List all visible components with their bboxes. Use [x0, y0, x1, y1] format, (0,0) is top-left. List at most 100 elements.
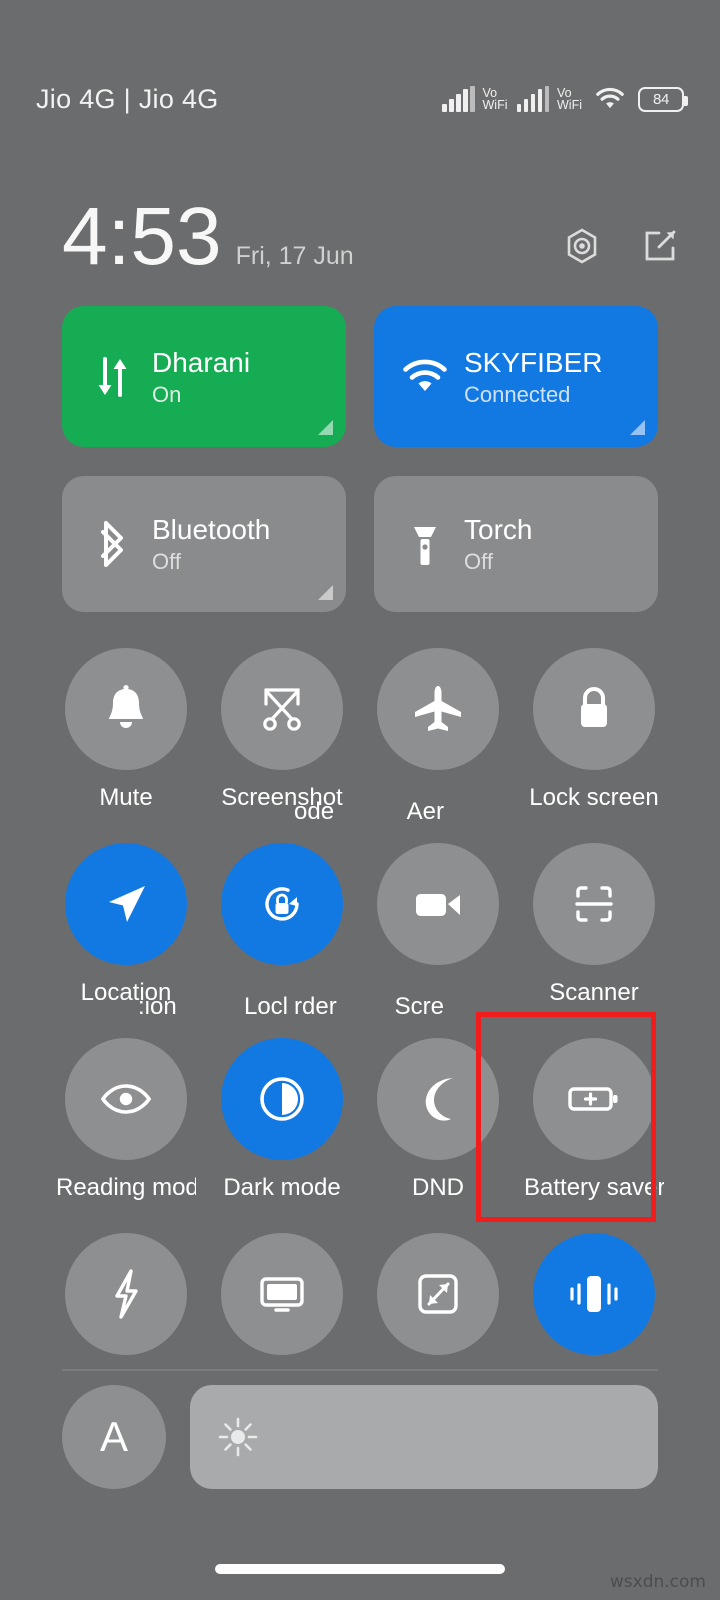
tile-title: Torch — [464, 514, 533, 545]
lock-icon — [581, 687, 607, 727]
toggle-label: Mute — [99, 784, 153, 811]
volte-wifi-sim1-label: Vo WiFi — [482, 86, 508, 112]
toggle-circle[interactable] — [377, 1233, 499, 1355]
toggle-vibrate[interactable] — [516, 1233, 672, 1383]
toggle-circle[interactable] — [533, 843, 655, 965]
toggle-label-overflow: ode Aer — [294, 798, 444, 826]
volte-wifi-sim2-label: Vo WiFi — [557, 86, 582, 112]
toggle-circle[interactable] — [533, 1038, 655, 1160]
watermark-label: wsxdn.com — [609, 1572, 706, 1592]
tile-title: Dharani — [152, 346, 251, 378]
quick-settings-panel: Jio 4G | Jio 4G Vo WiFi Vo WiFi 84 4:53 … — [0, 0, 720, 1600]
toggle-row-2: Location :ion Locl rder Scre Scanner — [48, 843, 672, 1038]
toggle-row-1: Mute Screenshot ode Aer Lock screen — [48, 648, 672, 843]
tile-text: Torch Off — [464, 513, 532, 575]
toggle-label-overflow: :ion Locl — [138, 993, 288, 1021]
toggle-circle[interactable] — [533, 648, 655, 770]
toggle-circle[interactable] — [65, 1233, 187, 1355]
toggle-mute[interactable]: Mute — [48, 648, 204, 843]
toggle-circle[interactable] — [377, 843, 499, 965]
tile-mobile-data[interactable]: Dharani On — [62, 306, 346, 447]
toggle-battery-saver[interactable]: Battery saver — [476, 1012, 672, 1233]
flashlight-icon — [396, 519, 454, 569]
wifi-icon — [396, 357, 454, 397]
toggle-label-fragment-left: :ion — [138, 993, 177, 1020]
toggle-circle[interactable] — [221, 1038, 343, 1160]
clock-time: 4:53 — [62, 191, 222, 282]
toggle-label: DND — [412, 1174, 464, 1201]
moon-icon — [425, 1078, 453, 1121]
auto-brightness-button[interactable]: A — [62, 1385, 166, 1489]
location-arrow-icon — [109, 886, 145, 922]
toggle-circle[interactable] — [221, 648, 343, 770]
toggle-label-fragment-left: rder — [294, 993, 337, 1020]
toggle-label: Dark mode — [223, 1174, 341, 1201]
primary-tiles-row: Dharani On SKYFIBER Connected — [62, 306, 658, 447]
wifi-icon — [596, 87, 624, 109]
auto-brightness-label: A — [99, 1413, 128, 1460]
toggle-circle[interactable] — [221, 843, 343, 965]
toggle-circle[interactable] — [65, 1038, 187, 1160]
toggle-circle[interactable] — [533, 1233, 655, 1355]
tile-wifi[interactable]: SKYFIBER Connected — [374, 306, 658, 447]
volte-line2: WiFi — [482, 98, 508, 112]
expand-corner-indicator[interactable] — [630, 420, 645, 435]
data-transfer-arrows-icon — [84, 353, 142, 401]
header-actions — [562, 226, 680, 278]
toggle-circle[interactable] — [377, 648, 499, 770]
toggle-screen-recorder[interactable]: rder Scre — [294, 843, 516, 1038]
expand-corner-indicator[interactable] — [318, 420, 333, 435]
vibration-icon — [570, 1276, 618, 1312]
tile-bluetooth[interactable]: Bluetooth Off — [62, 476, 346, 612]
toggle-label: Lock screen — [529, 784, 659, 811]
resize-diagonal-icon — [418, 1274, 458, 1314]
tile-text: Dharani On — [152, 346, 250, 408]
tile-status: Off — [152, 549, 181, 574]
section-divider — [62, 1369, 658, 1371]
toggle-label-overflow: rder Scre — [294, 993, 444, 1021]
expand-corner-indicator[interactable] — [318, 585, 333, 600]
toggle-circle[interactable] — [65, 648, 187, 770]
toggle-scanner[interactable]: Scanner — [516, 843, 672, 1038]
battery-indicator: 84 — [638, 86, 688, 112]
toggle-circle[interactable] — [65, 843, 187, 965]
tile-text: SKYFIBER Connected — [464, 346, 602, 408]
toggle-label-fragment-left: ode — [294, 798, 335, 825]
toggle-row-3: Reading mode Dark mode DND — [48, 1012, 672, 1233]
lightning-bolt-icon — [115, 1269, 138, 1319]
toggle-grid: Mute Screenshot ode Aer Lock screen Loca… — [48, 648, 672, 1383]
toggle-aeroplane-mode[interactable]: ode Aer — [294, 648, 516, 843]
status-icon-group: Vo WiFi Vo WiFi 84 — [442, 58, 688, 112]
toggle-dark-mode[interactable]: Dark mode — [204, 1038, 360, 1233]
toggle-circle[interactable] — [377, 1038, 499, 1160]
toggle-label: Scanner — [549, 979, 639, 1006]
toggle-reading-mode[interactable]: Reading mode — [48, 1038, 204, 1233]
clock-date: Fri, 17 Jun — [235, 242, 354, 270]
status-bar: Jio 4G | Jio 4G Vo WiFi Vo WiFi 84 — [0, 0, 720, 170]
tile-status: On — [152, 381, 182, 407]
toggle-cast[interactable] — [204, 1233, 360, 1383]
tile-title: Bluetooth — [152, 514, 271, 545]
toggle-screen-resize[interactable] — [360, 1233, 516, 1383]
home-indicator[interactable] — [215, 1564, 505, 1574]
carrier-label: Jio 4G | Jio 4G — [36, 83, 219, 114]
toggle-circle[interactable] — [221, 1233, 343, 1355]
toggle-label-fragment-right: Locl — [243, 993, 288, 1020]
tile-torch[interactable]: Torch Off — [374, 476, 658, 612]
toggle-label: Battery saver — [524, 1174, 664, 1201]
video-camera-icon — [416, 894, 460, 916]
toggle-ultra-battery-saver[interactable] — [48, 1233, 204, 1383]
brightness-row: A — [62, 1385, 658, 1489]
hexagon-settings-icon[interactable] — [562, 226, 602, 266]
eye-icon — [100, 1084, 152, 1114]
brightness-slider[interactable] — [190, 1385, 658, 1489]
bell-icon — [109, 685, 143, 728]
tile-text: Bluetooth Off — [152, 513, 270, 575]
toggle-row-4 — [48, 1233, 672, 1383]
tile-status: Off — [464, 549, 493, 574]
toggle-lock-screen[interactable]: Lock screen — [516, 648, 672, 843]
edit-pencil-square-icon[interactable] — [640, 226, 680, 266]
bluetooth-icon — [84, 519, 142, 569]
toggle-dnd[interactable]: DND — [360, 1038, 516, 1233]
monitor-cast-icon — [260, 1277, 304, 1312]
